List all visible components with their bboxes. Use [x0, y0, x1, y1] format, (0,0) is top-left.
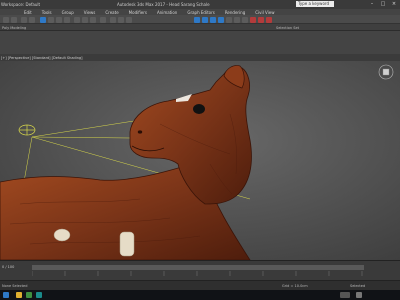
layer-icon[interactable] — [210, 17, 216, 23]
ribbon-icon[interactable] — [218, 17, 224, 23]
viewcube-icon[interactable] — [378, 64, 394, 80]
app-3dsmax-icon[interactable] — [36, 292, 42, 298]
search-input[interactable]: Type a keyword or phrase — [296, 1, 334, 12]
curve-editor-icon[interactable] — [226, 17, 232, 23]
peg-left — [53, 228, 71, 242]
browser-icon[interactable] — [26, 292, 32, 298]
pivot-icon[interactable] — [100, 17, 106, 23]
scale-icon[interactable] — [90, 17, 96, 23]
select-by-name-icon[interactable] — [48, 17, 54, 23]
os-taskbar — [0, 290, 400, 300]
timeline-ticks — [32, 271, 363, 276]
redo-icon[interactable] — [11, 17, 17, 23]
schematic-icon[interactable] — [234, 17, 240, 23]
unlink-icon[interactable] — [29, 17, 35, 23]
render-setup-icon[interactable] — [250, 17, 256, 23]
align-icon[interactable] — [202, 17, 208, 23]
percent-snap-icon[interactable] — [126, 17, 132, 23]
select-object-icon[interactable] — [40, 17, 46, 23]
maximize-icon[interactable]: □ — [379, 1, 387, 7]
camera-icon[interactable] — [18, 124, 36, 136]
horse-nostril — [137, 130, 143, 134]
frame-counter: 0 / 100 — [2, 265, 15, 269]
minimize-icon[interactable]: – — [368, 1, 376, 7]
system-tray-icon — [340, 292, 350, 298]
window-title: Autodesk 3ds Max 2017 - Head Sarang Scha… — [117, 2, 210, 7]
horse-eye — [193, 104, 205, 114]
selected-dropdown[interactable]: Selected — [350, 284, 365, 288]
close-icon[interactable]: × — [390, 1, 398, 7]
time-slider[interactable] — [32, 265, 364, 270]
file-explorer-icon[interactable] — [16, 292, 22, 298]
link-icon[interactable] — [21, 17, 27, 23]
render-frame-icon[interactable] — [258, 17, 264, 23]
selection-status: None Selected — [2, 284, 28, 288]
ribbon-bar: Poly Modeling Selection Set — [0, 24, 400, 31]
status-bar: None Selected Grid = 10.0cm Selected — [0, 280, 400, 290]
viewport-scene — [0, 61, 400, 260]
rotate-icon[interactable] — [82, 17, 88, 23]
window-crossing-icon[interactable] — [64, 17, 70, 23]
main-toolbar — [0, 15, 400, 24]
workspace-selector[interactable]: Workspace: Default — [1, 2, 40, 7]
timeline: 0 / 100 — [0, 260, 400, 280]
perspective-viewport[interactable]: [+] [Perspective] [Standard] [Default Sh… — [0, 54, 400, 260]
mirror-icon[interactable] — [194, 17, 200, 23]
angle-snap-icon[interactable] — [118, 17, 124, 23]
window-controls: – □ × — [368, 1, 398, 7]
selection-set-dropdown[interactable]: Selection Set — [276, 26, 299, 30]
network-icon — [356, 292, 362, 298]
render-icon[interactable] — [266, 17, 272, 23]
start-icon[interactable] — [3, 292, 9, 298]
material-editor-icon[interactable] — [242, 17, 248, 23]
peg-right — [119, 231, 135, 257]
snap-icon[interactable] — [110, 17, 116, 23]
undo-icon[interactable] — [3, 17, 9, 23]
rectangular-selection-icon[interactable] — [56, 17, 62, 23]
title-bar: Workspace: Default Autodesk 3ds Max 2017… — [0, 0, 400, 12]
move-icon[interactable] — [74, 17, 80, 23]
ribbon-tab-label[interactable]: Poly Modeling — [2, 26, 26, 30]
grid-status: Grid = 10.0cm — [282, 284, 308, 288]
